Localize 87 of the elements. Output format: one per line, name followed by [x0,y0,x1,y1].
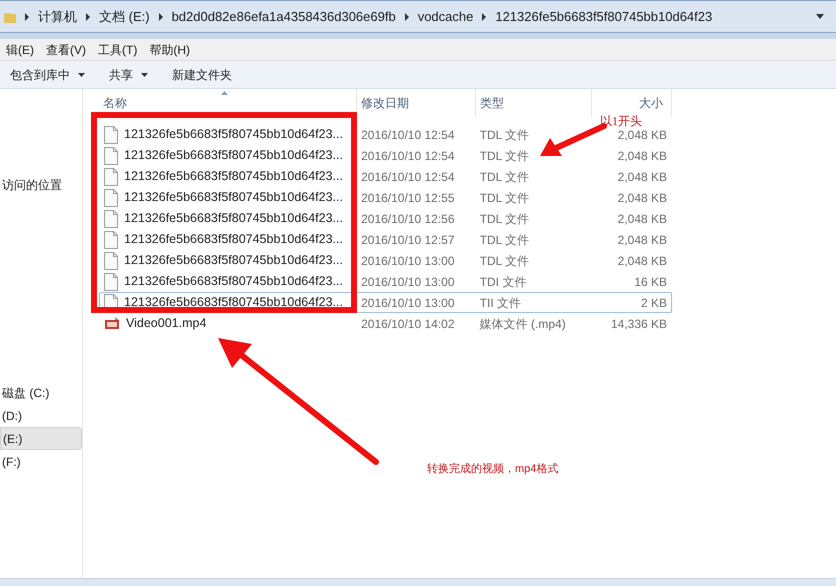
size-cell-text: 2 KB [640,294,668,312]
chevron-right-icon[interactable] [24,12,30,20]
video-file-icon [104,316,120,332]
dropdown-icon[interactable] [816,14,824,19]
date-cell-text: 2016/10/10 12:56 [360,210,456,228]
file-row[interactable]: 121326fe5b6683f5f80745bb10d64f23... 2016/10/10 12:54 TDL 文件 2,048 KB [99,145,672,166]
type-cell-text: TDL 文件 [478,210,530,228]
type-cell-text: TDL 文件 [478,252,530,270]
type-cell-text: TDL 文件 [478,126,530,144]
type-cell-text: TDL 文件 [478,148,530,164]
file-row[interactable]: 121326fe5b6683f5f80745bb10d64f23... 2016/10/10 13:00 TDL 文件 2,048 KB [99,250,672,271]
file-icon [104,146,118,164]
breadcrumb[interactable]: 121326fe5b6683f5f80745bb10d64f23 [495,6,712,26]
file-name: 121326fe5b6683f5f80745bb10d64f23... [124,126,343,144]
address-bar[interactable]: 计算机 文档 (E:) bd2d0d82e86efa1a4358436d306e69fb vodcache 121326fe5b6683f5f80745bb10d64f23 [0,0,836,33]
file-row[interactable]: 121326fe5b6683f5f80745bb10d64f23... 2016/10/10 12:57 TDL 文件 2,048 KB [99,229,672,250]
column-header[interactable]: 修改日期 [357,89,476,117]
file-icon [104,230,118,248]
size-cell-text: 2,048 KB [616,210,668,228]
menu-item[interactable]: 辑(E) [0,40,40,58]
sidebar-item[interactable]: (F:) [0,450,82,473]
breadcrumb[interactable]: 文档 (E:) [99,6,150,26]
size-cell-text: 2,048 KB [616,232,668,248]
file-name: 121326fe5b6683f5f80745bb10d64f23... [124,294,343,312]
toolbar-button[interactable]: 新建文件夹 [172,66,232,84]
size-cell-text: 2,048 KB [616,190,668,206]
chevron-right-icon[interactable] [85,12,91,20]
menu-item[interactable]: 查看(V) [40,40,92,58]
type-cell-text: TII 文件 [478,294,522,312]
file-icon [104,252,118,270]
type-cell-text: 媒体文件 (.mp4) [478,316,567,332]
sidebar-item[interactable]: 访问的位置 [0,173,82,196]
sidebar-item[interactable]: (E:) [0,427,82,450]
file-name: 121326fe5b6683f5f80745bb10d64f23... [124,147,343,164]
breadcrumb[interactable]: bd2d0d82e86efa1a4358436d306e69fb [172,6,396,26]
file-row[interactable]: 121326fe5b6683f5f80745bb10d64f23... 2016/10/10 12:54 TDL 文件 2,048 KB [99,166,672,187]
file-icon [104,272,118,290]
file-name: 121326fe5b6683f5f80745bb10d64f23... [124,210,343,228]
date-cell-text: 2016/10/10 12:57 [360,232,456,248]
date-cell-text: 2016/10/10 13:00 [360,252,456,270]
breadcrumb[interactable]: vodcache [418,6,474,26]
size-cell-text: 2,048 KB [616,168,668,186]
file-name: 121326fe5b6683f5f80745bb10d64f23... [124,252,343,270]
chevron-right-icon[interactable] [404,12,410,20]
size-cell-text: 16 KB [633,274,668,290]
file-row[interactable]: 121326fe5b6683f5f80745bb10d64f23... 2016/10/10 13:00 TII 文件 2 KB [99,292,672,313]
file-name: 121326fe5b6683f5f80745bb10d64f23... [124,273,343,290]
toolbar-button[interactable]: 包含到库中 [10,66,85,84]
file-row[interactable]: 121326fe5b6683f5f80745bb10d64f23... 2016/10/10 12:56 TDL 文件 2,048 KB [99,208,672,229]
file-row[interactable]: 121326fe5b6683f5f80745bb10d64f23... 2016/10/10 13:00 TDI 文件 16 KB [99,271,672,292]
sort-arrow-icon [221,91,228,95]
size-cell-text: 14,336 KB [610,316,668,332]
file-name: Video001.mp4 [126,315,206,332]
annotation-text: 转换完成的视频，mp4格式 [427,462,558,477]
file-row[interactable]: Video001.mp4 2016/10/10 14:02 媒体文件 (.mp4) 14,336 KB [99,313,672,334]
date-cell-text: 2016/10/10 12:54 [360,148,456,164]
menu-item[interactable]: 帮助(H) [143,40,196,58]
type-cell-text: TDL 文件 [478,232,530,248]
caret-icon [78,72,85,76]
sidebar-item[interactable]: (D:) [0,404,82,427]
date-cell-text: 2016/10/10 12:55 [360,190,456,206]
type-cell-text: TDI 文件 [478,274,528,290]
chevron-right-icon[interactable] [158,12,164,20]
type-cell-text: TDL 文件 [478,190,530,206]
type-cell-text: TDL 文件 [478,168,530,186]
caret-icon [141,72,148,76]
date-cell-text: 2016/10/10 13:00 [360,274,456,290]
file-icon [104,126,118,144]
date-cell-text: 2016/10/10 13:00 [360,294,456,312]
breadcrumb[interactable]: 计算机 [38,6,77,26]
menu-item[interactable]: 工具(T) [92,40,144,58]
column-header[interactable]: 类型 [476,89,592,117]
file-name: 121326fe5b6683f5f80745bb10d64f23... [124,231,343,248]
size-cell-text: 2,048 KB [616,252,668,270]
file-icon [104,210,118,228]
file-icon [104,188,118,206]
chevron-right-icon[interactable] [481,12,488,20]
file-name: 121326fe5b6683f5f80745bb10d64f23... [124,189,343,206]
date-cell-text: 2016/10/10 14:02 [360,316,456,332]
file-icon [104,168,118,186]
file-name: 121326fe5b6683f5f80745bb10d64f23... [124,168,343,186]
sidebar-item[interactable]: 磁盘 (C:) [0,381,82,404]
date-cell-text: 2016/10/10 12:54 [360,126,456,144]
size-cell-text: 2,048 KB [616,148,668,164]
file-row[interactable]: 121326fe5b6683f5f80745bb10d64f23... 2016/10/10 12:55 TDL 文件 2,048 KB [99,187,672,208]
toolbar-button[interactable]: 共享 [109,66,148,84]
date-cell-text: 2016/10/10 12:54 [360,168,456,186]
